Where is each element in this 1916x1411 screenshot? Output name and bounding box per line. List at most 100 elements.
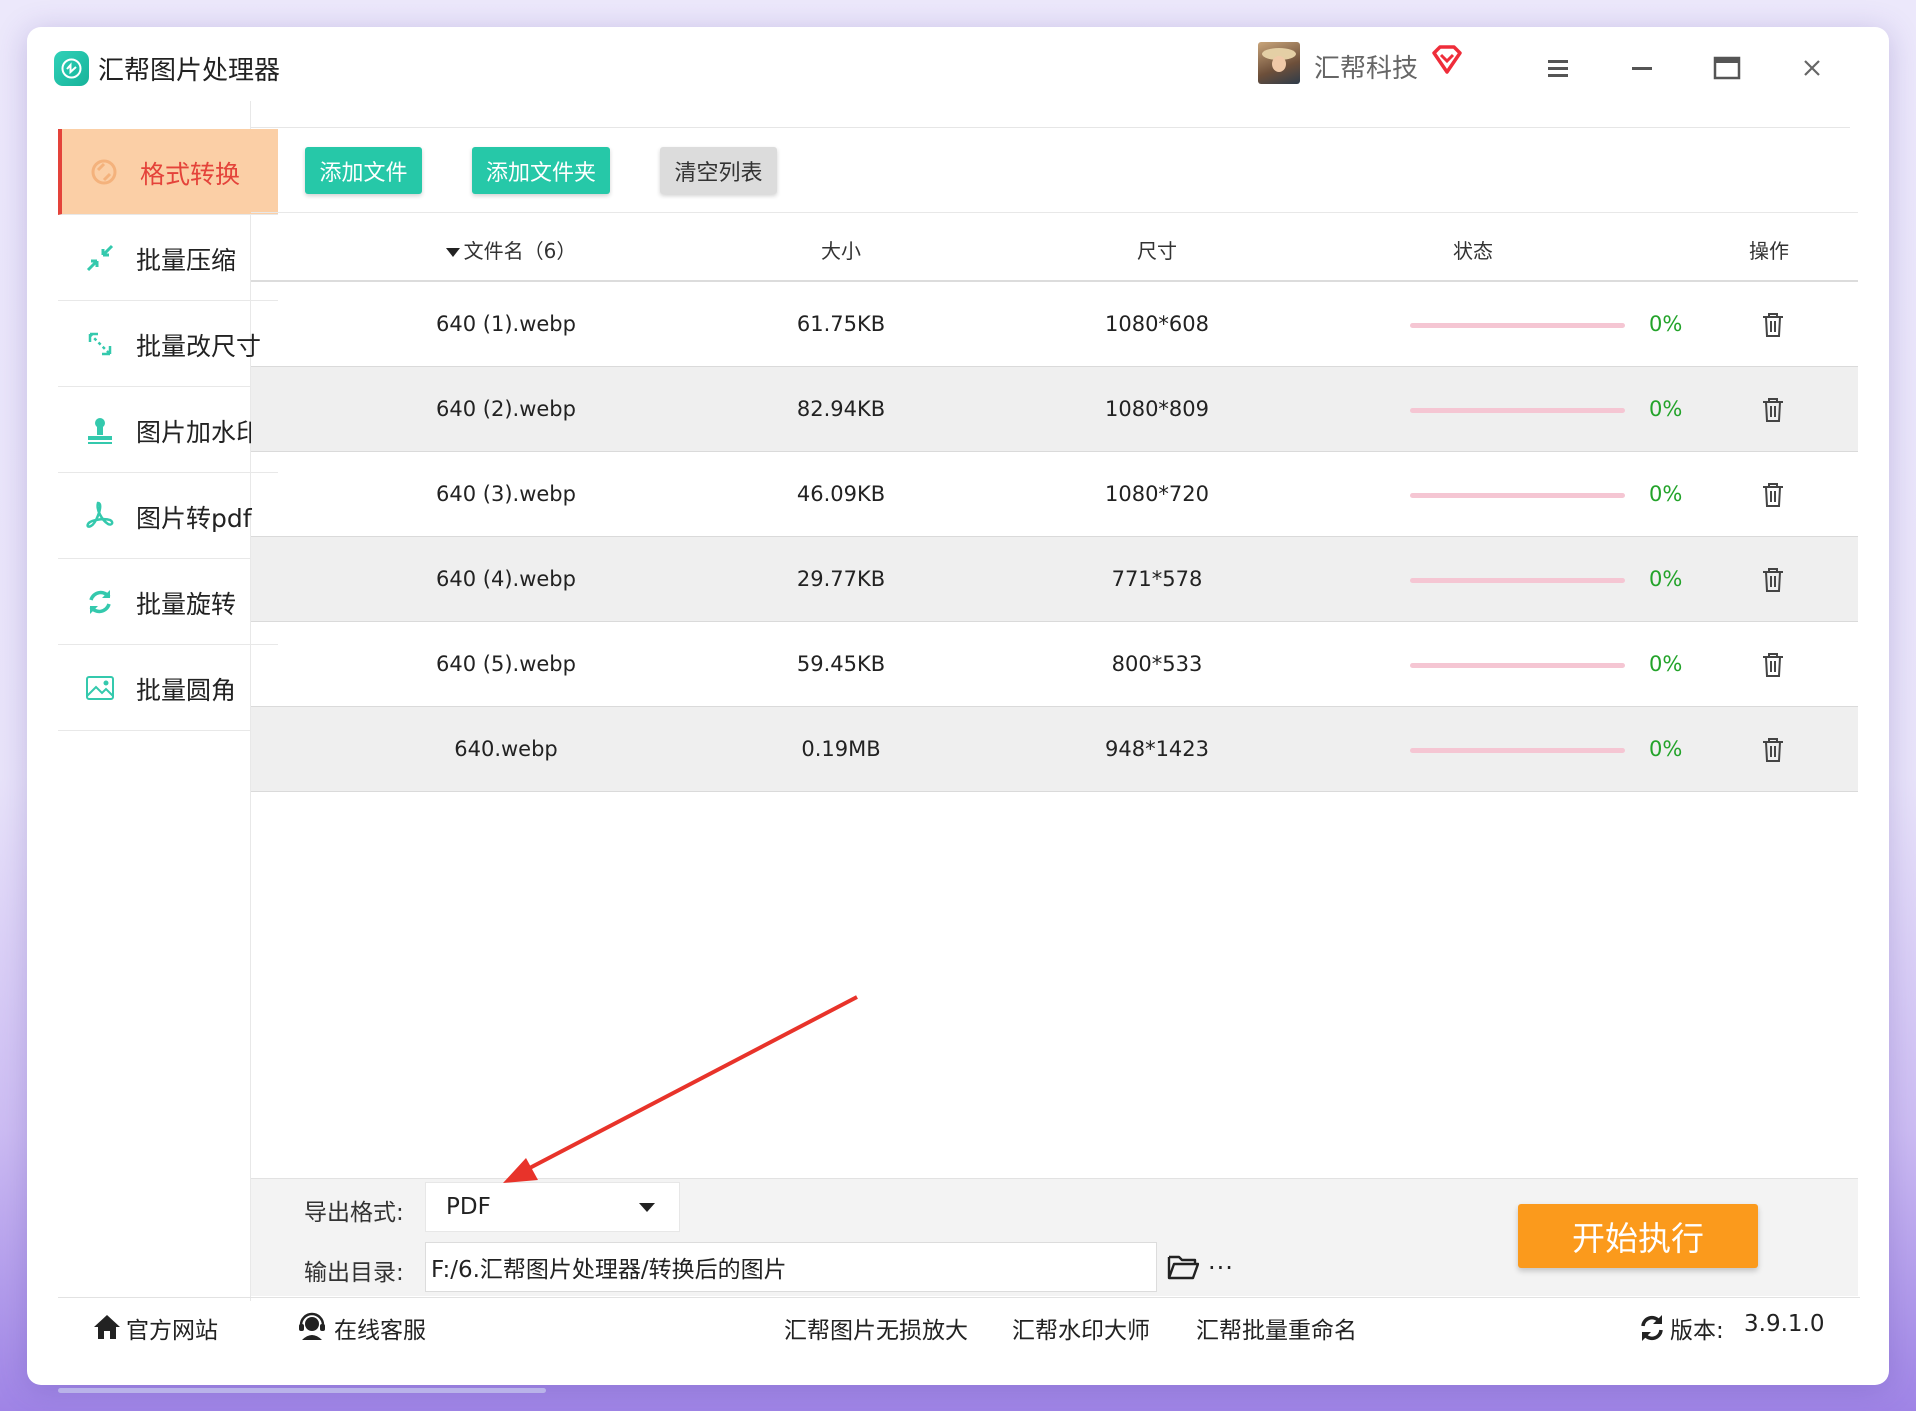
table-row[interactable]: 640.webp 0.19MB 948*1423 0% (251, 707, 1858, 792)
output-dir-label: 输出目录: (304, 1260, 404, 1286)
column-actions: 操作 (1749, 239, 1789, 263)
chevron-down-icon (639, 1203, 655, 1212)
sidebar-item-label: 图片转pdf (136, 504, 252, 533)
scroll-indicator (58, 1388, 546, 1393)
table-row[interactable]: 640 (3).webp 46.09KB 1080*720 0% (251, 452, 1858, 537)
version-label: 版本: (1670, 1318, 1724, 1344)
file-name: 640 (2).webp (436, 397, 576, 421)
progress-percent: 0% (1649, 737, 1683, 761)
table-row[interactable]: 640 (2).webp 82.94KB 1080*809 0% (251, 367, 1858, 452)
progress-bar (1410, 748, 1625, 753)
file-dimensions: 948*1423 (1104, 737, 1210, 761)
progress-percent: 0% (1649, 567, 1683, 591)
sidebar-item-resize[interactable]: 批量改尺寸 (58, 301, 278, 387)
file-name: 640 (5).webp (436, 652, 576, 676)
customer-service-icon[interactable] (297, 1312, 327, 1346)
app-logo-icon (54, 51, 89, 86)
sidebar-item-label: 图片加水印 (136, 418, 262, 447)
file-size: 0.19MB (801, 737, 881, 761)
home-icon[interactable] (92, 1312, 122, 1346)
compress-icon (84, 242, 116, 274)
sidebar-item-label: 批量压缩 (136, 246, 237, 275)
trash-icon[interactable] (1761, 397, 1785, 423)
file-size: 82.94KB (796, 397, 886, 421)
progress-percent: 0% (1649, 482, 1683, 506)
table-row[interactable]: 640 (4).webp 29.77KB 771*578 0% (251, 537, 1858, 622)
vip-diamond-icon[interactable] (1430, 44, 1464, 80)
sidebar-item-label: 格式转换 (140, 160, 241, 189)
sidebar-item-label: 批量改尺寸 (136, 332, 262, 361)
progress-bar (1410, 323, 1625, 328)
sidebar-item-compress[interactable]: 批量压缩 (58, 215, 278, 301)
export-format-value: PDF (446, 1194, 491, 1220)
column-dimensions: 尺寸 (1137, 239, 1177, 263)
user-name[interactable]: 汇帮科技 (1314, 48, 1418, 85)
format-convert-icon (88, 156, 120, 188)
folder-open-icon[interactable] (1167, 1253, 1200, 1281)
column-size: 大小 (821, 239, 861, 263)
menu-icon[interactable] (1542, 52, 1574, 84)
sidebar-item-rotate[interactable]: 批量旋转 (58, 559, 278, 645)
trash-icon[interactable] (1761, 652, 1785, 678)
footer-link-watermark-master[interactable]: 汇帮水印大师 (1012, 1311, 1150, 1345)
app-title: 汇帮图片处理器 (98, 56, 281, 86)
column-filename[interactable]: 文件名（6） (431, 235, 591, 264)
sidebar-item-rounded-corner[interactable]: 批量圆角 (58, 645, 278, 731)
file-name: 640 (3).webp (436, 482, 576, 506)
progress-percent: 0% (1649, 397, 1683, 421)
trash-icon[interactable] (1761, 567, 1785, 593)
sidebar-item-format-convert[interactable]: 格式转换 (58, 129, 278, 215)
progress-percent: 0% (1649, 312, 1683, 336)
table-row[interactable]: 640 (1).webp 61.75KB 1080*608 0% (251, 282, 1858, 367)
trash-icon[interactable] (1761, 312, 1785, 338)
file-dimensions: 1080*720 (1104, 482, 1210, 506)
clear-list-button[interactable]: 清空列表 (660, 147, 777, 194)
footer-link-batch-rename[interactable]: 汇帮批量重命名 (1196, 1311, 1357, 1345)
column-status: 状态 (1453, 239, 1493, 263)
online-support-link[interactable]: 在线客服 (334, 1311, 426, 1345)
minimize-icon[interactable] (1626, 52, 1658, 84)
column-filename-label: 文件名（6） (463, 239, 577, 263)
resize-icon (84, 328, 116, 360)
add-folder-button[interactable]: 添加文件夹 (472, 147, 610, 194)
file-name: 640 (1).webp (436, 312, 576, 336)
file-size: 61.75KB (796, 312, 886, 336)
export-format-label: 导出格式: (304, 1200, 404, 1226)
progress-bar (1410, 663, 1625, 668)
progress-bar (1410, 578, 1625, 583)
rotate-icon (84, 586, 116, 618)
sidebar-item-label: 批量圆角 (136, 676, 237, 705)
sidebar-item-watermark[interactable]: 图片加水印 (58, 387, 278, 473)
progress-bar (1410, 408, 1625, 413)
rounded-corner-icon (84, 672, 116, 704)
progress-percent: 0% (1649, 652, 1683, 676)
export-format-select[interactable]: PDF (425, 1182, 680, 1232)
trash-icon[interactable] (1761, 482, 1785, 508)
table-header: 文件名（6） 大小 尺寸 状态 操作 (251, 212, 1858, 282)
user-avatar[interactable] (1258, 42, 1300, 84)
file-dimensions: 1080*809 (1104, 397, 1210, 421)
file-dimensions: 800*533 (1111, 652, 1203, 676)
watermark-icon (84, 414, 116, 446)
file-size: 46.09KB (796, 482, 886, 506)
maximize-icon[interactable] (1711, 52, 1743, 84)
file-dimensions: 771*578 (1111, 567, 1203, 591)
file-size: 29.77KB (796, 567, 886, 591)
sidebar-item-to-pdf[interactable]: 图片转pdf (58, 473, 278, 559)
add-file-button[interactable]: 添加文件 (305, 147, 422, 194)
official-website-link[interactable]: 官方网站 (126, 1311, 218, 1345)
title-bar (30, 38, 1850, 128)
close-icon[interactable] (1796, 52, 1828, 84)
start-button[interactable]: 开始执行 (1518, 1204, 1758, 1268)
trash-icon[interactable] (1761, 737, 1785, 763)
refresh-icon[interactable] (1637, 1313, 1667, 1347)
file-size: 59.45KB (796, 652, 886, 676)
sidebar-item-label: 批量旋转 (136, 590, 237, 619)
file-name: 640.webp (454, 737, 558, 761)
table-row[interactable]: 640 (5).webp 59.45KB 800*533 0% (251, 622, 1858, 707)
footer-link-upscale[interactable]: 汇帮图片无损放大 (784, 1311, 968, 1345)
more-options-button[interactable]: ··· (1208, 1254, 1234, 1282)
version-number: 3.9.1.0 (1744, 1311, 1825, 1337)
output-dir-input[interactable] (425, 1242, 1157, 1292)
sort-caret-icon (445, 248, 460, 257)
